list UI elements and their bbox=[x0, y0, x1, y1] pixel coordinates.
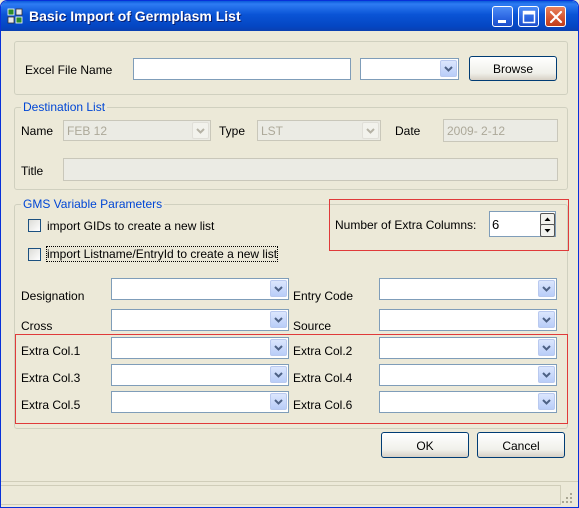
extra-col-1-select[interactable] bbox=[111, 337, 289, 359]
dropdown-arrow-icon bbox=[538, 339, 555, 356]
extra-col-4-label: Extra Col.4 bbox=[293, 371, 353, 385]
spin-down-button[interactable] bbox=[540, 224, 555, 237]
browse-button[interactable]: Browse bbox=[469, 56, 557, 81]
sheet-select[interactable] bbox=[360, 58, 459, 80]
ok-button[interactable]: OK bbox=[381, 432, 469, 458]
title-input[interactable] bbox=[63, 158, 558, 181]
type-label: Type bbox=[219, 124, 246, 138]
extra-columns-spinner[interactable]: 6 bbox=[489, 211, 556, 237]
resize-grip-icon[interactable] bbox=[561, 492, 574, 505]
gms-variable-parameters-group-title: GMS Variable Parameters bbox=[21, 197, 165, 211]
dropdown-arrow-icon bbox=[538, 393, 555, 410]
extra-col-6-select[interactable] bbox=[379, 391, 557, 413]
entry-code-select[interactable] bbox=[379, 278, 557, 300]
dropdown-arrow-icon bbox=[270, 280, 287, 297]
excel-file-name-input[interactable] bbox=[133, 58, 351, 80]
extra-col-5-label: Extra Col.5 bbox=[21, 398, 81, 412]
extra-col-4-select[interactable] bbox=[379, 364, 557, 386]
status-panel bbox=[1, 485, 561, 505]
source-label: Source bbox=[293, 319, 332, 333]
close-icon bbox=[549, 10, 563, 24]
spin-down-icon bbox=[544, 229, 551, 233]
import-listname-checkbox[interactable] bbox=[28, 248, 41, 261]
dropdown-arrow-icon bbox=[362, 122, 379, 139]
dialog-window: Basic Import of Germplasm List Excel Fil… bbox=[0, 0, 579, 508]
maximize-button[interactable] bbox=[518, 6, 539, 27]
extra-col-5-select[interactable] bbox=[111, 391, 289, 413]
import-gids-label: import GIDs to create a new list bbox=[47, 219, 215, 233]
extra-col-1-label: Extra Col.1 bbox=[21, 344, 81, 358]
dropdown-arrow-icon bbox=[538, 366, 555, 383]
dropdown-arrow-icon bbox=[270, 393, 287, 410]
app-icon bbox=[7, 8, 23, 24]
designation-label: Designation bbox=[21, 289, 85, 303]
cancel-button[interactable]: Cancel bbox=[477, 432, 565, 458]
extra-col-2-label: Extra Col.2 bbox=[293, 344, 353, 358]
destination-list-group-title: Destination List bbox=[21, 100, 108, 114]
name-label: Name bbox=[21, 124, 54, 138]
title-label: Title bbox=[21, 164, 44, 178]
entry-code-label: Entry Code bbox=[293, 289, 354, 303]
dropdown-arrow-icon bbox=[192, 122, 209, 139]
minimize-button[interactable] bbox=[492, 6, 513, 27]
type-select[interactable]: LST bbox=[257, 120, 381, 141]
cross-label: Cross bbox=[21, 319, 53, 333]
title-bar[interactable]: Basic Import of Germplasm List bbox=[1, 1, 578, 31]
import-listname-label: import Listname/EntryId to create a new … bbox=[45, 246, 279, 262]
designation-select[interactable] bbox=[111, 278, 289, 300]
window-title: Basic Import of Germplasm List bbox=[29, 8, 241, 24]
extra-col-2-select[interactable] bbox=[379, 337, 557, 359]
extra-col-3-select[interactable] bbox=[111, 364, 289, 386]
close-button[interactable] bbox=[545, 6, 566, 27]
import-gids-checkbox[interactable] bbox=[28, 219, 41, 232]
status-bar bbox=[1, 481, 578, 507]
source-select[interactable] bbox=[379, 309, 557, 331]
dropdown-arrow-icon bbox=[538, 311, 555, 328]
extra-col-3-label: Extra Col.3 bbox=[21, 371, 81, 385]
cross-select[interactable] bbox=[111, 309, 289, 331]
name-select[interactable]: FEB 12 bbox=[63, 120, 211, 141]
dropdown-arrow-icon bbox=[538, 280, 555, 297]
dropdown-arrow-icon bbox=[270, 366, 287, 383]
extra-col-6-label: Extra Col.6 bbox=[293, 398, 353, 412]
date-input[interactable]: 2009- 2-12 bbox=[443, 119, 558, 142]
dropdown-arrow-icon bbox=[270, 339, 287, 356]
extra-columns-label: Number of Extra Columns: bbox=[335, 218, 477, 232]
minimize-icon bbox=[498, 20, 506, 23]
dropdown-arrow-icon bbox=[270, 311, 287, 328]
date-label: Date bbox=[395, 124, 421, 138]
dropdown-arrow-icon bbox=[440, 60, 457, 77]
maximize-icon bbox=[522, 10, 536, 24]
excel-file-name-label: Excel File Name bbox=[25, 63, 113, 77]
